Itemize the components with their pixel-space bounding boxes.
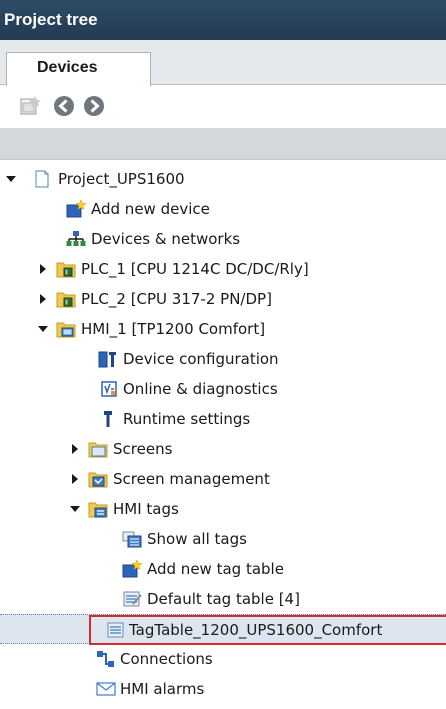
tag-table-icon: [123, 591, 142, 607]
tree-item-online-diagnostics[interactable]: Online & diagnostics: [0, 374, 446, 404]
device-configuration-icon: [98, 351, 116, 368]
collapsed-arrow-icon[interactable]: [38, 294, 48, 304]
tree-item-project[interactable]: Project_UPS1600: [0, 164, 446, 194]
tree-item-label: Project_UPS1600: [58, 170, 185, 188]
screen-management-folder-icon: [88, 472, 108, 488]
show-all-tags-icon: [122, 531, 142, 548]
tree-item-label: Device configuration: [123, 350, 279, 368]
tree-item-hmi-tags[interactable]: HMI tags: [0, 494, 446, 524]
tree-item-label: HMI_1 [TP1200 Comfort]: [81, 320, 266, 338]
tree-item-label: Runtime settings: [123, 410, 251, 428]
tree-item-label: PLC_1 [CPU 1214C DC/DC/Rly]: [81, 260, 309, 278]
expanded-arrow-icon[interactable]: [38, 324, 48, 334]
back-arrow-icon[interactable]: [52, 94, 76, 118]
tree-item-tagtable-selected[interactable]: TagTable_1200_UPS1600_Comfort: [0, 614, 446, 645]
plc-folder-icon: [56, 292, 76, 308]
forward-arrow-icon[interactable]: [82, 94, 106, 118]
tab-strip: Devices: [0, 40, 446, 86]
plc-folder-icon: [56, 262, 76, 278]
collapsed-arrow-icon[interactable]: [70, 474, 80, 484]
tree-item-label: Screens: [113, 440, 173, 458]
expanded-arrow-icon[interactable]: [6, 174, 16, 184]
tree-item-devices-networks[interactable]: Devices & networks: [0, 224, 446, 254]
tree-item-hmi-alarms[interactable]: HMI alarms: [0, 674, 446, 704]
tree-item-label: HMI tags: [113, 500, 179, 518]
hmi-tags-folder-icon: [88, 502, 108, 518]
tree-item-show-all-tags[interactable]: Show all tags: [0, 524, 446, 554]
tree-item-connections[interactable]: Connections: [0, 644, 446, 674]
tree-item-screen-management[interactable]: Screen management: [0, 464, 446, 494]
tree-item-label: Screen management: [113, 470, 270, 488]
tree-item-device-configuration[interactable]: Device configuration: [0, 344, 446, 374]
tab-devices[interactable]: Devices: [6, 52, 151, 86]
hmi-folder-icon: [56, 322, 76, 338]
tree-item-label: Devices & networks: [91, 230, 241, 248]
collapsed-arrow-icon[interactable]: [70, 444, 80, 454]
tree-item-default-tag-table[interactable]: Default tag table [4]: [0, 584, 446, 614]
online-diagnostics-icon: [101, 381, 117, 397]
tree-item-label: Show all tags: [147, 530, 247, 548]
project-page-icon: [35, 170, 49, 188]
screens-folder-icon: [88, 442, 108, 458]
tree-item-label: HMI alarms: [120, 680, 205, 698]
tree-item-screens[interactable]: Screens: [0, 434, 446, 464]
tree-item-label: Default tag table [4]: [147, 590, 300, 608]
tree-item-label: TagTable_1200_UPS1600_Comfort: [129, 621, 383, 639]
tree-item-label: PLC_2 [CPU 317-2 PN/DP]: [81, 290, 272, 308]
tag-table-icon: [107, 622, 124, 638]
tree-item-hmi-1[interactable]: HMI_1 [TP1200 Comfort]: [0, 314, 446, 344]
add-new-device-icon: [66, 200, 86, 218]
connections-icon: [97, 651, 114, 667]
runtime-settings-icon: [104, 411, 112, 427]
tree-item-label: Connections: [120, 650, 213, 668]
tree-item-add-new-device[interactable]: Add new device: [0, 194, 446, 224]
tree-item-label: Add new device: [91, 200, 210, 218]
tree-item-runtime-settings[interactable]: Runtime settings: [0, 404, 446, 434]
project-tree: Project_UPS1600 Add new device Devices &…: [0, 164, 446, 709]
tree-item-label: Add new tag table: [147, 560, 284, 578]
tree-item-add-new-tag-table[interactable]: Add new tag table: [0, 554, 446, 584]
project-tree-title: Project tree: [0, 0, 446, 40]
tree-toolbar: [0, 86, 446, 128]
tree-item-plc-1[interactable]: PLC_1 [CPU 1214C DC/DC/Rly]: [0, 254, 446, 284]
add-device-icon[interactable]: [18, 94, 42, 118]
tree-header-bar: [0, 128, 446, 160]
hmi-alarms-icon: [96, 682, 116, 696]
expanded-arrow-icon[interactable]: [70, 504, 80, 514]
tree-item-label: Online & diagnostics: [123, 380, 278, 398]
network-icon: [66, 231, 86, 246]
tree-item-plc-2[interactable]: PLC_2 [CPU 317-2 PN/DP]: [0, 284, 446, 314]
collapsed-arrow-icon[interactable]: [38, 264, 48, 274]
add-tag-table-icon: [122, 560, 142, 578]
